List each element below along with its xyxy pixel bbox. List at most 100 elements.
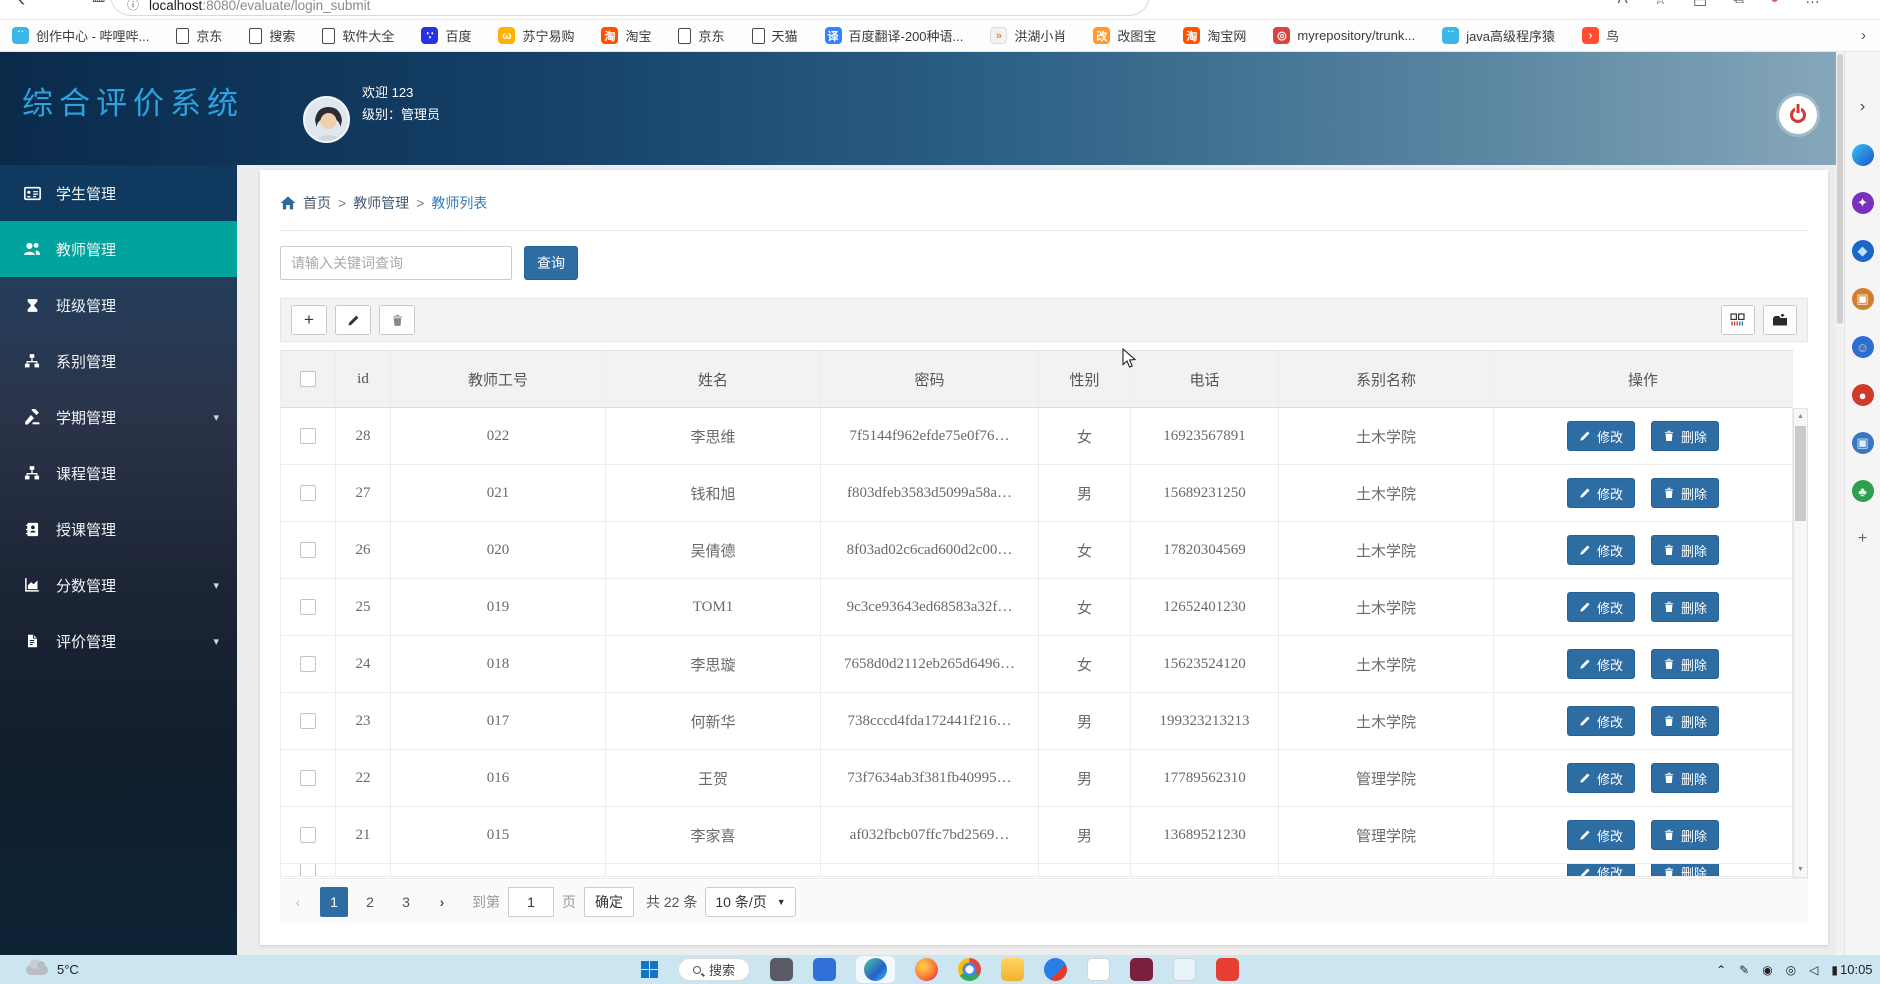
row-delete-button[interactable]: 删除 [1651, 864, 1720, 876]
avatar[interactable] [303, 96, 350, 143]
edit-button[interactable] [335, 305, 371, 335]
file-explorer-icon[interactable] [1001, 958, 1025, 981]
row-delete-button[interactable]: 删除 [1651, 649, 1720, 679]
browser-scrollbar-thumb[interactable] [1837, 54, 1843, 324]
weather-widget[interactable]: 5°C [26, 958, 79, 977]
collections-icon[interactable]: ⧉ [1733, 0, 1744, 8]
scrollbar-thumb[interactable] [1795, 426, 1806, 521]
taskbar-search[interactable]: 搜索 [677, 958, 751, 981]
site-info-icon[interactable]: ⓘ [127, 0, 139, 13]
page-button-3[interactable]: 3 [392, 887, 420, 917]
bookmark-item[interactable]: 天猫 [751, 26, 798, 45]
sidebar-item-5[interactable]: 学期管理 ▾ [0, 389, 237, 445]
app-store-icon[interactable] [1087, 958, 1111, 981]
sidebar-item-3[interactable]: 班级管理 [0, 277, 237, 333]
toolbox-icon[interactable]: ▣ [1851, 288, 1874, 310]
row-edit-button[interactable]: 修改 [1566, 820, 1635, 850]
row-checkbox[interactable] [300, 428, 316, 444]
row-checkbox[interactable] [300, 770, 316, 786]
table-scrollbar[interactable]: ▲ ▼ [1793, 408, 1808, 878]
edge-browser-icon[interactable] [864, 958, 888, 981]
breadcrumb-teacher-list[interactable]: 教师列表 [431, 193, 487, 213]
bookmark-item[interactable]: 京东 [678, 26, 725, 45]
reload-icon[interactable]: ↻ [51, 0, 65, 12]
select-all-checkbox[interactable] [300, 371, 316, 387]
games-icon[interactable]: ☺ [1851, 336, 1874, 358]
breadcrumb-home[interactable]: 首页 [303, 193, 331, 213]
bookmark-item[interactable]: ∵ 百度 [421, 26, 471, 45]
taskbar-active-app-pill[interactable] [856, 956, 896, 983]
sidebar-item-9[interactable]: 评价管理 ▾ [0, 613, 237, 669]
settings-menu-icon[interactable]: … [1805, 0, 1820, 8]
export-button[interactable] [1763, 305, 1797, 335]
tray-pen-icon[interactable]: ✎ [1739, 963, 1749, 977]
row-edit-button[interactable]: 修改 [1566, 535, 1635, 565]
row-edit-button[interactable]: 修改 [1566, 592, 1635, 622]
search-input[interactable] [280, 246, 512, 280]
profile-avatar-icon[interactable]: ● [1770, 0, 1779, 8]
tab-app-icon[interactable]: ▦ [92, 0, 106, 12]
app-blue-mail-icon[interactable] [813, 958, 837, 981]
bookmark-item[interactable]: › 鸟 [1582, 26, 1619, 45]
row-delete-button[interactable]: 删除 [1651, 421, 1720, 451]
bookmark-item[interactable]: ˙˙ java高级程序猿 [1442, 26, 1555, 45]
tray-volume-icon[interactable]: ◁ [1809, 963, 1818, 977]
tray-eye-icon[interactable]: ◎ [1786, 963, 1796, 977]
app-dark-icon[interactable] [770, 958, 794, 981]
favorites-icon[interactable]: ☆ [1654, 0, 1667, 8]
app-notes-icon[interactable] [1173, 958, 1197, 981]
row-edit-button[interactable]: 修改 [1566, 421, 1635, 451]
delete-button[interactable] [379, 305, 415, 335]
query-button[interactable]: 查询 [524, 246, 578, 280]
row-delete-button[interactable]: 删除 [1651, 478, 1720, 508]
row-edit-button[interactable]: 修改 [1566, 864, 1635, 876]
bookmark-item[interactable]: 软件大全 [322, 26, 394, 45]
sidebar-item-7[interactable]: 授课管理 [0, 501, 237, 557]
sidebar-item-8[interactable]: 分数管理 ▾ [0, 557, 237, 613]
scroll-up-icon[interactable]: ▲ [1794, 409, 1807, 424]
copilot-icon[interactable] [1851, 144, 1874, 166]
bookmark-item[interactable]: 京东 [176, 26, 222, 45]
rail-collapse-icon[interactable]: › [1852, 96, 1874, 118]
edge-workspaces-icon[interactable]: ◆ [1851, 240, 1874, 262]
bookmark-item[interactable]: ω 苏宁易购 [498, 26, 574, 45]
row-checkbox[interactable] [300, 656, 316, 672]
row-checkbox[interactable] [300, 827, 316, 843]
row-checkbox[interactable] [300, 713, 316, 729]
shopping-icon[interactable]: ● [1851, 384, 1874, 406]
row-edit-button[interactable]: 修改 [1566, 763, 1635, 793]
sidebar-item-4[interactable]: 系别管理 [0, 333, 237, 389]
prev-page-button[interactable]: ‹ [284, 887, 312, 917]
split-screen-icon[interactable]: ⬒ [1693, 0, 1707, 8]
confirm-button[interactable]: 确定 [584, 886, 634, 917]
app-blue-red-icon[interactable] [1044, 958, 1068, 981]
translate-icon[interactable]: A [1618, 0, 1628, 8]
bookmark-item[interactable]: » 洪湖小肖 [990, 26, 1066, 45]
chrome-icon[interactable] [958, 958, 982, 981]
row-checkbox[interactable] [300, 599, 316, 615]
page-button-1[interactable]: 1 [320, 886, 348, 917]
row-edit-button[interactable]: 修改 [1566, 478, 1635, 508]
row-delete-button[interactable]: 删除 [1651, 820, 1720, 850]
back-icon[interactable]: ‹ [18, 0, 25, 12]
row-edit-button[interactable]: 修改 [1566, 706, 1635, 736]
bookmark-item[interactable]: 淘淘宝网 [1183, 26, 1246, 45]
next-page-button[interactable]: › [428, 887, 456, 917]
m365-copilot-icon[interactable]: ✦ [1851, 192, 1874, 214]
tree-icon[interactable]: ♣ [1851, 480, 1874, 502]
bookmarks-overflow-icon[interactable]: › [1861, 27, 1866, 44]
add-rail-icon[interactable]: + [1852, 528, 1874, 550]
bookmark-item[interactable]: ◎ myrepository/trunk... [1273, 27, 1415, 44]
bookmark-item[interactable]: 译百度翻译-200种语... [824, 26, 963, 45]
tray-person-icon[interactable]: ◉ [1762, 963, 1772, 977]
row-delete-button[interactable]: 删除 [1651, 592, 1720, 622]
row-edit-button[interactable]: 修改 [1566, 649, 1635, 679]
row-checkbox[interactable] [300, 485, 316, 501]
tray-expand-icon[interactable]: ⌃ [1716, 963, 1726, 977]
row-delete-button[interactable]: 删除 [1651, 706, 1720, 736]
row-checkbox[interactable] [300, 542, 316, 558]
sidebar-item-6[interactable]: 课程管理 [0, 445, 237, 501]
columns-toggle-button[interactable] [1721, 305, 1755, 335]
bookmark-item[interactable]: 淘淘宝 [601, 26, 651, 45]
address-bar[interactable]: ⓘ localhost:8080/evaluate/login_submit [110, 0, 1150, 16]
